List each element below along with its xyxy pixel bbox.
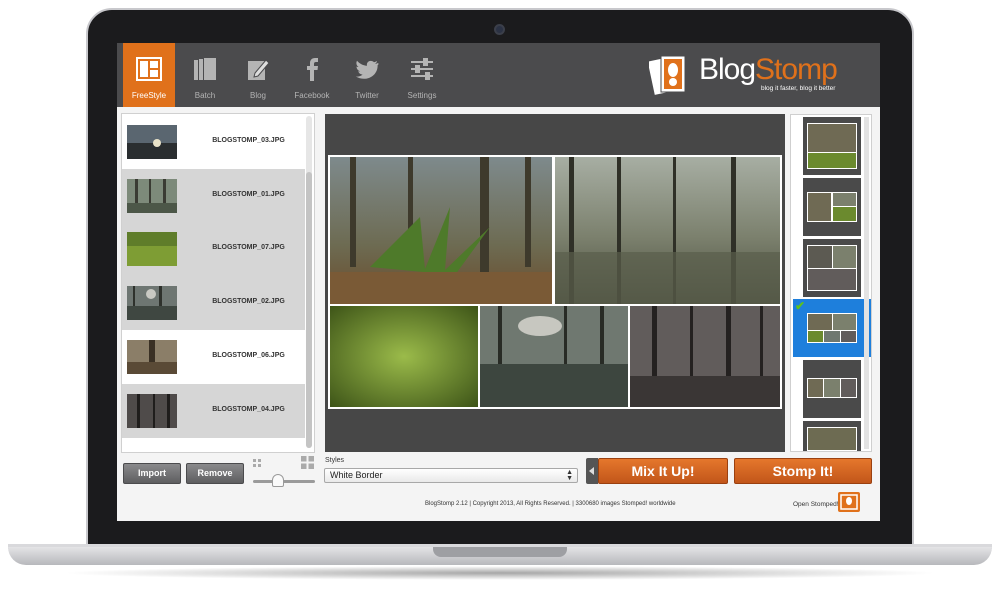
tab-batch[interactable]: Batch [179,43,231,107]
file-list-item[interactable]: BLOGSTOMP_01.JPG [122,169,305,223]
tab-label: Settings [407,91,437,100]
layout-preview [807,192,857,222]
layout-strip: ✔ [790,114,872,452]
thumb-size-slider-knob[interactable] [272,474,284,487]
layout-strip-scrollbar[interactable] [864,117,869,449]
collage-photo[interactable] [330,306,478,407]
layout-option[interactable] [803,178,861,236]
scrollbar-thumb[interactable] [306,172,312,448]
open-stomped-label[interactable]: Open Stomped! [793,501,839,508]
laptop-shadow [60,566,940,580]
file-thumbnail [127,286,177,320]
layout-option[interactable] [803,421,861,451]
tab-label: Blog [249,91,266,100]
copyright-footer: BlogStomp 2.12 | Copyright 2013, All Rig… [425,501,676,507]
collage-photo[interactable] [630,306,780,407]
settings-sliders-icon [411,58,433,80]
facebook-icon [307,58,318,81]
tab-freestyle[interactable]: FreeStyle [123,43,175,107]
file-list-item[interactable]: BLOGSTOMP_03.JPG [122,115,305,169]
layout-preview [807,378,857,398]
batch-icon [194,58,216,80]
logo-wordmark: BlogStomp [699,53,838,87]
laptop-mockup: FreeStyle Batch Blog Facebook Twitter Se… [0,0,1000,589]
tab-blog[interactable]: Blog [232,43,284,107]
freestyle-layout-icon [136,57,162,81]
open-stomped-folder-icon[interactable] [838,492,860,512]
layout-preview [807,313,857,343]
tab-label: Twitter [355,91,379,100]
mix-it-up-button[interactable]: Mix It Up! [598,458,728,484]
file-list-item[interactable]: BLOGSTOMP_07.JPG [122,222,305,276]
mix-options-toggle[interactable] [586,458,598,484]
layout-preview [807,123,857,169]
large-thumb-size-icon [301,456,314,469]
file-list-item[interactable]: BLOGSTOMP_02.JPG [122,276,305,330]
layout-option[interactable] [803,239,861,297]
tab-twitter[interactable]: Twitter [341,43,393,107]
layout-option[interactable] [803,360,861,418]
file-thumbnail [127,394,177,428]
top-toolbar: FreeStyle Batch Blog Facebook Twitter Se… [117,43,880,107]
tab-label: Batch [194,91,216,100]
collage-preview [328,155,782,409]
tab-facebook[interactable]: Facebook [286,43,338,107]
logo-word-blog: Blog [699,53,756,86]
logo-word-stomp: Stomp [755,53,838,86]
file-thumbnail [127,232,177,266]
layout-option-selected[interactable]: ✔ [793,299,871,357]
collage-photo[interactable] [555,157,780,304]
file-thumbnail [127,179,177,213]
file-list-item[interactable]: BLOGSTOMP_04.JPG [122,384,305,438]
file-name: BLOGSTOMP_01.JPG [212,191,285,198]
file-list-scrollbar[interactable] [306,116,312,448]
checkmark-icon: ✔ [795,299,806,313]
tab-settings[interactable]: Settings [396,43,448,107]
blogstomp-logo: BlogStomp blog it faster, blog it better [649,53,864,99]
tab-label: Facebook [294,91,330,100]
tab-label: FreeStyle [131,91,167,100]
file-name: BLOGSTOMP_03.JPG [212,137,285,144]
styles-label: Styles [325,457,345,464]
logo-tagline: blog it faster, blog it better [761,85,836,92]
select-arrows-icon: ▲ ▼ [566,469,573,482]
stomp-it-button[interactable]: Stomp It! [734,458,872,484]
file-name: BLOGSTOMP_07.JPG [212,244,285,251]
thumb-size-slider[interactable] [253,480,315,483]
file-name: BLOGSTOMP_02.JPG [212,298,285,305]
collage-photo[interactable] [330,157,552,304]
webcam [494,24,505,35]
layout-preview [807,427,857,451]
import-button[interactable]: Import [123,463,181,484]
layout-preview [807,245,857,291]
collage-photo[interactable] [480,306,628,407]
remove-button[interactable]: Remove [186,463,244,484]
preview-canvas [325,114,785,452]
small-thumb-size-icon [253,459,261,467]
file-name: BLOGSTOMP_04.JPG [212,406,285,413]
file-thumbnail [127,340,177,374]
laptop-notch [433,547,567,557]
blog-edit-icon [248,59,270,80]
twitter-icon [355,60,379,79]
file-thumbnail [127,125,177,159]
styles-selected-value: White Border [330,470,383,480]
logo-stamp-icon [649,55,686,95]
file-name: BLOGSTOMP_06.JPG [212,352,285,359]
styles-select[interactable]: White Border ▲ ▼ [324,468,578,483]
app-window: FreeStyle Batch Blog Facebook Twitter Se… [117,43,880,521]
layout-option[interactable] [803,117,861,175]
file-list: BLOGSTOMP_03.JPG BLOGSTOMP_01.JPG BLOGST… [121,113,315,453]
file-list-item[interactable]: BLOGSTOMP_06.JPG [122,330,305,384]
